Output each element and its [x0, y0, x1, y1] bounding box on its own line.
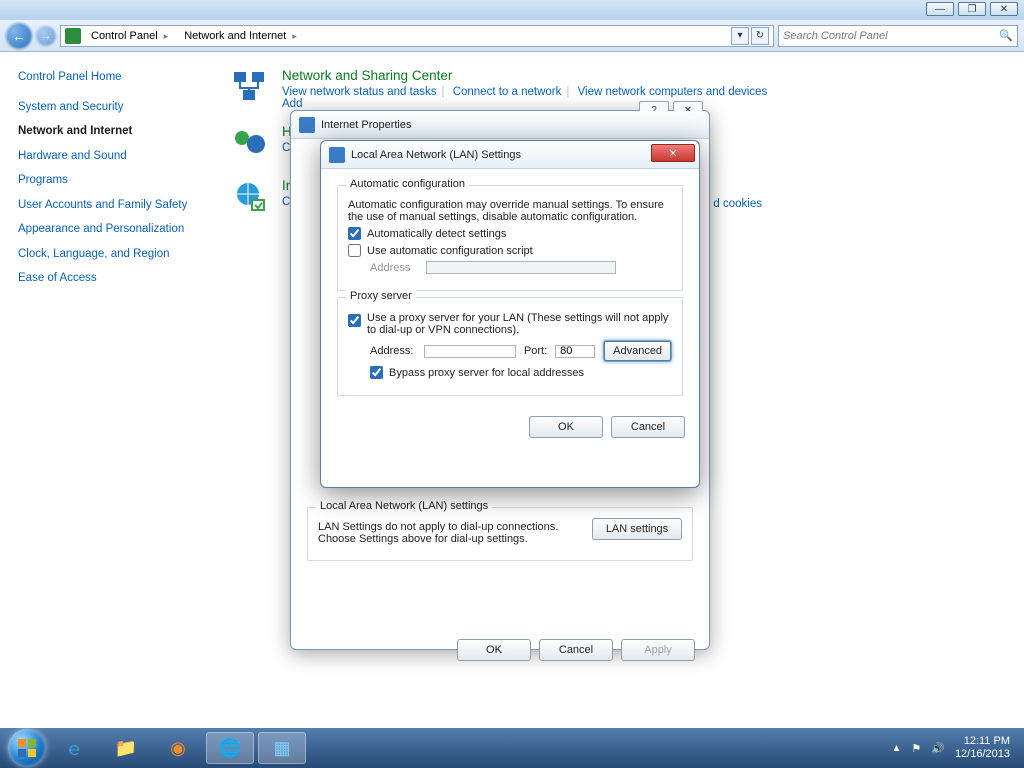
- link-add[interactable]: Add: [282, 98, 302, 110]
- breadcrumb-category[interactable]: Network and Internet: [178, 30, 303, 42]
- sidebar-home[interactable]: Control Panel Home: [18, 70, 198, 86]
- globe-settings-icon: 🌐: [218, 736, 242, 760]
- taskbar-app2[interactable]: ▦: [258, 732, 306, 764]
- window-titlebar: — ❐ ✕: [0, 0, 1024, 20]
- minimize-button[interactable]: —: [926, 2, 954, 16]
- sidebar-item-clock-language[interactable]: Clock, Language, and Region: [18, 247, 198, 263]
- nav-forward-button[interactable]: →: [36, 26, 56, 46]
- bypass-proxy-checkbox[interactable]: [370, 366, 383, 379]
- lan-settings-button[interactable]: LAN settings: [592, 518, 682, 540]
- close-button[interactable]: ✕: [990, 2, 1018, 16]
- link-cookies-partial[interactable]: d cookies: [713, 198, 762, 210]
- taskbar-wmp[interactable]: ◉: [154, 732, 202, 764]
- proxy-group: Proxy server Use a proxy server for your…: [337, 297, 683, 396]
- sidebar-item-system-security[interactable]: System and Security: [18, 100, 198, 116]
- search-placeholder: Search Control Panel: [783, 30, 888, 42]
- dialog-title: Internet Properties: [321, 119, 412, 131]
- ie-icon: ｅ: [62, 736, 86, 760]
- control-panel-icon: [65, 28, 81, 44]
- bypass-proxy-checkbox-row[interactable]: Bypass proxy server for local addresses: [370, 366, 672, 379]
- panel-icon: ▦: [270, 736, 294, 760]
- taskbar: ｅ 📁 ◉ 🌐 ▦ ▲ ⚑ 🔊 12:11 PM 12/16/2013: [0, 728, 1024, 768]
- search-box[interactable]: Search Control Panel 🔍: [778, 25, 1018, 47]
- show-hidden-icons[interactable]: ▲: [891, 743, 901, 754]
- homegroup-icon: [230, 124, 270, 164]
- taskbar-explorer[interactable]: 📁: [102, 732, 150, 764]
- navigation-bar: ← → Control Panel Network and Internet ▾…: [0, 20, 1024, 52]
- sidebar-item-hardware-sound[interactable]: Hardware and Sound: [18, 149, 198, 165]
- auto-script-address-field: [426, 261, 616, 274]
- nav-back-button[interactable]: ←: [6, 23, 32, 49]
- auto-config-group-title: Automatic configuration: [346, 178, 469, 190]
- ip-ok-button[interactable]: OK: [457, 639, 531, 661]
- volume-icon[interactable]: 🔊: [931, 742, 945, 755]
- start-button[interactable]: [8, 729, 46, 767]
- search-icon: 🔍: [999, 29, 1013, 42]
- network-sharing-icon: [230, 68, 270, 108]
- link-view-status[interactable]: View network status and tasks: [282, 86, 436, 98]
- ip-cancel-button[interactable]: Cancel: [539, 639, 613, 661]
- lan-dialog-icon: [329, 147, 345, 163]
- use-proxy-label: Use a proxy server for your LAN (These s…: [367, 312, 672, 336]
- sidebar: Control Panel Home System and Security N…: [0, 52, 210, 728]
- proxy-address-field[interactable]: [424, 345, 516, 358]
- lan-dialog-close-button[interactable]: ✕: [651, 144, 695, 162]
- use-proxy-checkbox-row[interactable]: Use a proxy server for your LAN (These s…: [348, 312, 672, 336]
- breadcrumb-root[interactable]: Control Panel: [85, 30, 174, 42]
- sidebar-item-user-accounts[interactable]: User Accounts and Family Safety: [18, 198, 198, 214]
- clock[interactable]: 12:11 PM 12/16/2013: [955, 735, 1010, 760]
- auto-detect-checkbox-row[interactable]: Automatically detect settings: [348, 227, 672, 240]
- internet-properties-icon: [299, 117, 315, 133]
- lan-ok-button[interactable]: OK: [529, 416, 603, 438]
- sidebar-item-appearance[interactable]: Appearance and Personalization: [18, 222, 198, 238]
- sidebar-item-programs[interactable]: Programs: [18, 173, 198, 189]
- lan-settings-group: Local Area Network (LAN) settings LAN Se…: [307, 507, 693, 561]
- bypass-proxy-label: Bypass proxy server for local addresses: [389, 367, 584, 379]
- proxy-port-label: Port:: [524, 345, 547, 357]
- auto-script-address-label: Address: [370, 262, 420, 274]
- address-refresh-button[interactable]: ↻: [751, 27, 769, 45]
- address-dropdown-button[interactable]: ▾: [731, 27, 749, 45]
- internet-options-icon: [230, 178, 270, 218]
- proxy-port-field[interactable]: [555, 345, 595, 358]
- category-network-sharing: Network and Sharing Center View network …: [230, 68, 1004, 110]
- auto-detect-label: Automatically detect settings: [367, 228, 506, 240]
- use-proxy-checkbox[interactable]: [348, 314, 361, 327]
- proxy-advanced-button[interactable]: Advanced: [603, 340, 672, 362]
- proxy-address-label: Address:: [370, 345, 416, 357]
- group-title-lan: Local Area Network (LAN) settings: [316, 500, 492, 512]
- maximize-button[interactable]: ❐: [958, 2, 986, 16]
- action-center-icon[interactable]: ⚑: [911, 742, 921, 755]
- link-view-computers[interactable]: View network computers and devices: [578, 86, 768, 98]
- auto-script-checkbox[interactable]: [348, 244, 361, 257]
- system-tray: ▲ ⚑ 🔊 12:11 PM 12/16/2013: [891, 735, 1016, 760]
- lan-settings-text: LAN Settings do not apply to dial-up con…: [318, 521, 580, 545]
- folder-icon: 📁: [114, 736, 138, 760]
- link-connect-network[interactable]: Connect to a network: [453, 86, 562, 98]
- taskbar-ie[interactable]: ｅ: [50, 732, 98, 764]
- sidebar-item-ease-of-access[interactable]: Ease of Access: [18, 271, 198, 287]
- auto-script-checkbox-row[interactable]: Use automatic configuration script: [348, 244, 672, 257]
- media-player-icon: ◉: [166, 736, 190, 760]
- lan-dialog-title: Local Area Network (LAN) Settings: [351, 149, 521, 161]
- lan-settings-dialog: Local Area Network (LAN) Settings ✕ Auto…: [320, 140, 700, 488]
- address-bar[interactable]: Control Panel Network and Internet ▾ ↻: [60, 25, 774, 47]
- proxy-group-title: Proxy server: [346, 290, 416, 302]
- auto-script-label: Use automatic configuration script: [367, 245, 533, 257]
- auto-config-group: Automatic configuration Automatic config…: [337, 185, 683, 291]
- clock-date: 12/16/2013: [955, 748, 1010, 761]
- ip-apply-button[interactable]: Apply: [621, 639, 695, 661]
- auto-config-text: Automatic configuration may override man…: [348, 199, 672, 223]
- taskbar-control-panel[interactable]: 🌐: [206, 732, 254, 764]
- sidebar-item-network-internet[interactable]: Network and Internet: [18, 124, 198, 140]
- auto-detect-checkbox[interactable]: [348, 227, 361, 240]
- lan-cancel-button[interactable]: Cancel: [611, 416, 685, 438]
- clock-time: 12:11 PM: [955, 735, 1010, 748]
- category-title[interactable]: Network and Sharing Center: [282, 68, 767, 83]
